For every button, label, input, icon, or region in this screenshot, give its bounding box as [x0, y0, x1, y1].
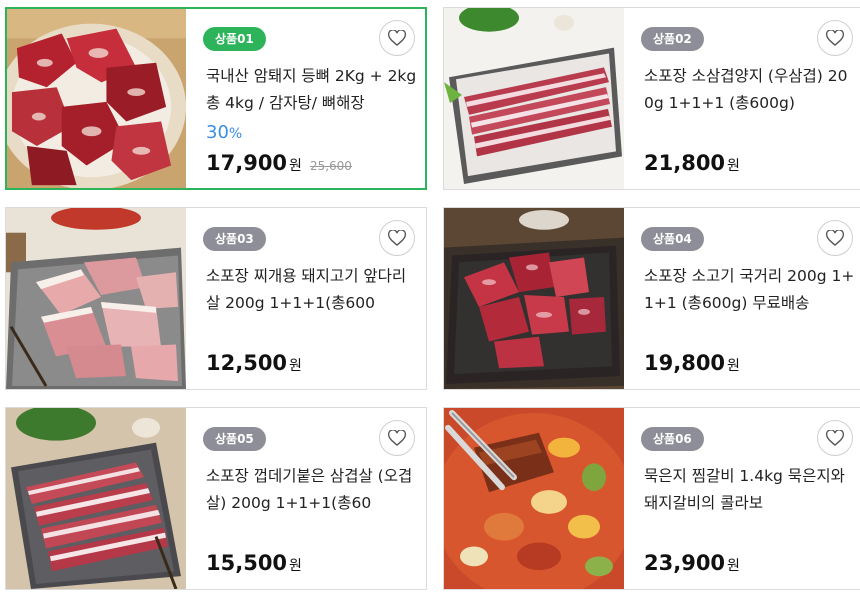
product-image-beef-soup-cubes[interactable]: [444, 208, 624, 389]
product-number-badge: 상품03: [203, 227, 266, 251]
heart-outline-icon: [826, 230, 844, 246]
product-price: 12,500 원: [206, 351, 302, 375]
product-card-03[interactable]: 상품03 소포장 찌개용 돼지고기 앞다리살 200g 1+1+1(총600 1…: [5, 207, 427, 390]
product-price: 21,800 원: [644, 151, 740, 175]
currency-unit: 원: [727, 158, 740, 174]
product-number-badge: 상품05: [203, 427, 266, 451]
currency-unit: 원: [727, 358, 740, 374]
wishlist-button[interactable]: [379, 420, 415, 456]
wishlist-button[interactable]: [817, 420, 853, 456]
product-image-pork-belly-skin-on[interactable]: [6, 408, 186, 589]
product-title[interactable]: 소포장 찌개용 돼지고기 앞다리살 200g 1+1+1(총600: [206, 263, 418, 317]
discount-rate: 30%: [206, 122, 243, 143]
sale-price: 15,500: [206, 551, 288, 575]
wishlist-button[interactable]: [379, 20, 415, 56]
product-image-kimchi-braised-ribs[interactable]: [444, 408, 624, 589]
sale-price: 12,500: [206, 351, 288, 375]
product-title[interactable]: 소포장 껍데기붙은 삼겹살 (오겹살) 200g 1+1+1(총60: [206, 463, 418, 517]
sale-price: 23,900: [644, 551, 726, 575]
product-number-badge: 상품06: [641, 427, 704, 451]
currency-unit: 원: [289, 158, 302, 174]
product-title[interactable]: 소포장 소고기 국거리 200g 1+1+1 (총600g) 무료배송: [644, 263, 856, 317]
sale-price: 17,900: [206, 151, 288, 175]
product-price: 15,500 원: [206, 551, 302, 575]
product-price: 19,800 원: [644, 351, 740, 375]
product-number-badge: 상품02: [641, 27, 704, 51]
product-image-beef-brisket-slices[interactable]: [444, 8, 624, 189]
sale-price: 19,800: [644, 351, 726, 375]
currency-unit: 원: [727, 558, 740, 574]
product-card-06[interactable]: 상품06 묵은지 찜갈비 1.4kg 묵은지와 돼지갈비의 콜라보 23,900…: [443, 407, 860, 590]
product-title[interactable]: 소포장 소삼겹양지 (우삼겹) 200g 1+1+1 (총600g): [644, 63, 856, 117]
product-number-badge: 상품01: [203, 27, 266, 51]
currency-unit: 원: [289, 558, 302, 574]
heart-outline-icon: [388, 30, 406, 46]
currency-unit: 원: [289, 358, 302, 374]
heart-outline-icon: [826, 30, 844, 46]
product-title[interactable]: 묵은지 찜갈비 1.4kg 묵은지와 돼지갈비의 콜라보: [644, 463, 856, 517]
original-price: 25,600: [309, 159, 352, 173]
product-card-02[interactable]: 상품02 소포장 소삼겹양지 (우삼겹) 200g 1+1+1 (총600g) …: [443, 7, 860, 190]
heart-outline-icon: [388, 230, 406, 246]
product-card-01[interactable]: 상품01 국내산 암퇘지 등뼈 2Kg + 2kg 총 4kg / 감자탕/ 뼈…: [5, 7, 427, 190]
heart-outline-icon: [826, 430, 844, 446]
product-title[interactable]: 국내산 암퇘지 등뼈 2Kg + 2kg 총 4kg / 감자탕/ 뼈해장: [206, 63, 418, 117]
product-card-05[interactable]: 상품05 소포장 껍데기붙은 삼겹살 (오겹살) 200g 1+1+1(총60 …: [5, 407, 427, 590]
sale-price: 21,800: [644, 151, 726, 175]
product-number-badge: 상품04: [641, 227, 704, 251]
product-price: 23,900 원: [644, 551, 740, 575]
product-image-pork-shoulder-chunks[interactable]: [6, 208, 186, 389]
heart-outline-icon: [388, 430, 406, 446]
wishlist-button[interactable]: [817, 220, 853, 256]
wishlist-button[interactable]: [379, 220, 415, 256]
wishlist-button[interactable]: [817, 20, 853, 56]
product-price: 17,900 원 25,600: [206, 151, 352, 175]
product-image-pork-neck-bones[interactable]: [7, 9, 186, 188]
product-card-04[interactable]: 상품04 소포장 소고기 국거리 200g 1+1+1 (총600g) 무료배송…: [443, 207, 860, 390]
